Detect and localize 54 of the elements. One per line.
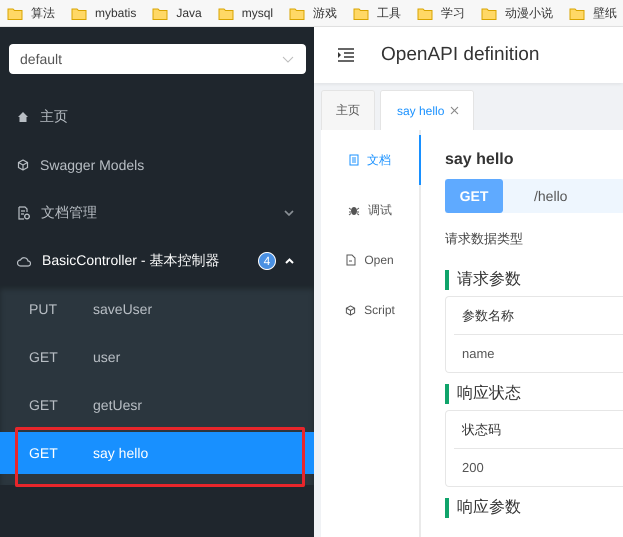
table-cell-text: 200 — [461, 459, 485, 477]
folder-icon — [152, 6, 168, 20]
side-tab[interactable]: Script — [321, 285, 419, 335]
endpoint-item[interactable]: GET getUesr — [0, 381, 314, 429]
bookmark[interactable]: 学习 — [417, 4, 466, 22]
bookmark[interactable]: 工具 — [353, 4, 402, 22]
bookmark[interactable]: 壁纸 — [569, 4, 618, 22]
folder-icon — [417, 6, 434, 20]
cube-icon — [17, 159, 29, 171]
folder-icon — [71, 6, 87, 20]
tab[interactable]: 主页 — [321, 90, 375, 130]
side-tab[interactable]: 调试 — [321, 185, 419, 235]
bookmark[interactable]: 游戏 — [289, 4, 338, 22]
menu-item[interactable]: 主页 — [0, 93, 314, 141]
folder-icon — [218, 6, 234, 20]
app-title: OpenAPI definition — [381, 44, 540, 66]
section-heading: 请求参数 — [445, 270, 623, 290]
section-heading: 响应参数 — [445, 498, 623, 518]
endpoint-item[interactable]: PUT saveUser — [0, 285, 314, 333]
bug-icon — [348, 204, 360, 216]
bookmark[interactable]: 动漫小说 — [481, 4, 554, 22]
group-select[interactable]: default — [9, 44, 306, 74]
document-icon — [349, 154, 359, 166]
close-icon[interactable] — [450, 106, 460, 115]
home-icon — [17, 111, 29, 123]
folder-icon — [569, 6, 586, 20]
side-tab[interactable]: Open — [321, 235, 419, 285]
bookmark[interactable]: mysql — [218, 6, 274, 20]
endpoint-item[interactable]: GET user — [0, 333, 314, 381]
menu-icon[interactable] — [337, 48, 355, 62]
chevron-down-icon — [282, 56, 294, 62]
document-gear-icon — [17, 206, 30, 220]
menu-item[interactable]: BasicController - 基本控制器 4 — [0, 237, 314, 285]
menu-item[interactable]: 文档管理 — [0, 189, 314, 237]
column-header: 状态码 — [454, 411, 623, 449]
folder-icon — [353, 6, 370, 20]
folder-icon — [481, 6, 498, 20]
method-tag: GET — [445, 179, 503, 213]
folder-icon — [289, 6, 306, 20]
bookmark[interactable]: mybatis — [71, 6, 136, 20]
folder-icon — [7, 6, 23, 20]
file-icon — [346, 254, 356, 266]
bookmark[interactable]: Java — [152, 6, 202, 20]
count-badge: 4 — [258, 252, 276, 270]
menu-item[interactable]: Swagger Models — [0, 141, 314, 189]
cloud-icon — [17, 256, 31, 266]
table-cell-text: name — [461, 345, 496, 363]
column-header: 参数名称 — [454, 297, 623, 335]
path-text: /hello — [534, 188, 568, 204]
section-heading: 响应状态 — [445, 384, 623, 404]
cube-icon — [345, 304, 356, 316]
api-title: say hello — [445, 151, 514, 169]
field-label: 请求数据类型 — [445, 230, 524, 248]
bookmark[interactable]: 算法 — [7, 4, 55, 22]
